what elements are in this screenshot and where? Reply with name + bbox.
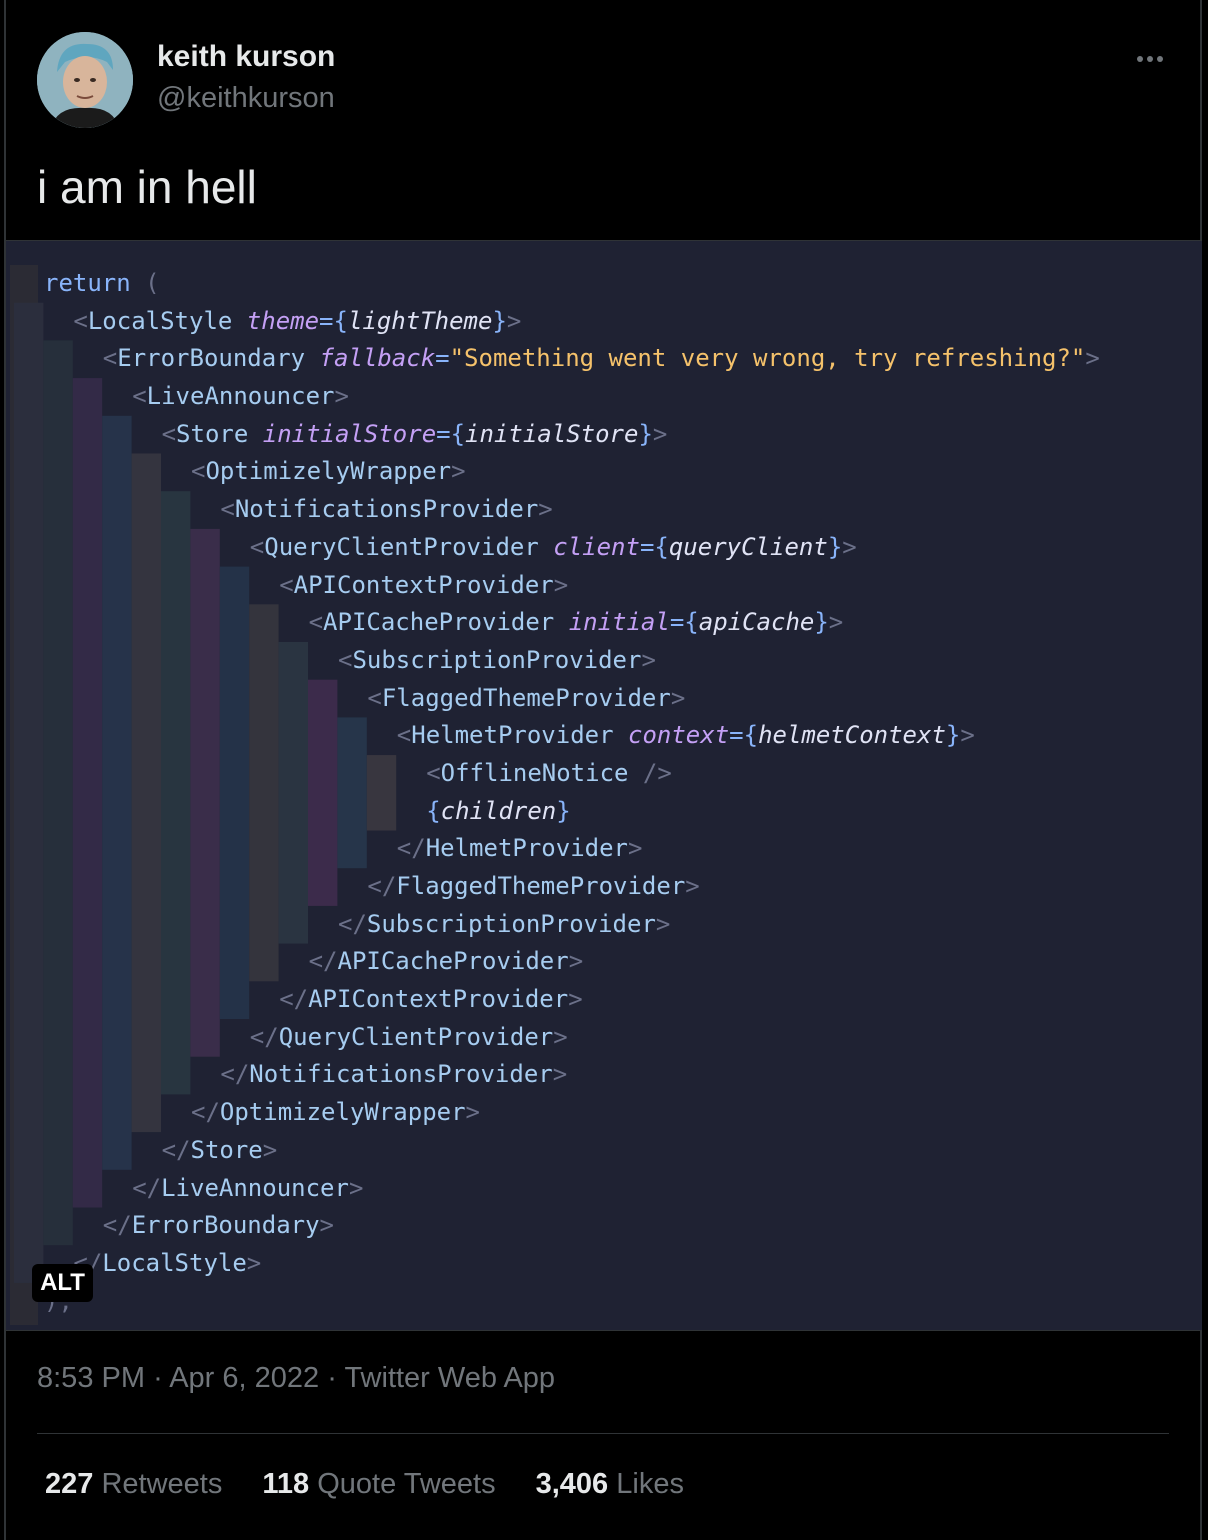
meta-separator: · — [327, 1362, 337, 1394]
code-line: </APIContextProvider> — [279, 985, 583, 1014]
code-line: </Store> — [161, 1135, 278, 1164]
tweet-time[interactable]: 8:53 PM — [37, 1362, 145, 1394]
tweet: keith kurson @keithkurson i am in hell r… — [0, 0, 1208, 1540]
tweet-text: i am in hell — [37, 161, 257, 213]
code-line: <HelmetProvider context={helmetContext}> — [396, 721, 975, 750]
alt-text-badge[interactable]: ALT — [32, 1264, 93, 1302]
retweets-stat[interactable]: 227 Retweets — [45, 1468, 222, 1501]
code-line: </HelmetProvider> — [396, 834, 643, 863]
code-line: <LiveAnnouncer> — [132, 382, 349, 411]
code-line: <SubscriptionProvider> — [338, 645, 656, 674]
code-line: </QueryClientProvider> — [249, 1022, 568, 1051]
code-line: </APICacheProvider> — [308, 947, 584, 976]
avatar-image — [37, 32, 133, 128]
meta-separator: · — [153, 1362, 163, 1394]
code-line: </SubscriptionProvider> — [338, 909, 671, 938]
code-line: {children} — [426, 796, 571, 825]
code-line: return ( — [44, 269, 160, 297]
code-block: return ( <LocalStyle theme={lightTheme}> <… — [6, 265, 1202, 1320]
more-options-icon[interactable] — [1130, 44, 1170, 74]
code-line: </OptimizelyWrapper> — [191, 1098, 480, 1127]
code-line: <ErrorBoundary fallback="Something went … — [102, 344, 1100, 373]
code-line: </LocalStyle> — [73, 1248, 262, 1277]
code-line: <NotificationsProvider> — [220, 495, 553, 524]
tweet-source[interactable]: Twitter Web App — [344, 1362, 555, 1394]
tweet-meta: 8:53 PM · Apr 6, 2022 · Twitter Web App — [37, 1362, 555, 1395]
divider — [37, 1433, 1169, 1434]
code-line: <LocalStyle theme={lightTheme}> — [73, 306, 522, 335]
code-line: <OptimizelyWrapper> — [191, 457, 466, 486]
code-line: </ErrorBoundary> — [102, 1211, 334, 1240]
code-line: <OfflineNotice /> — [426, 758, 672, 787]
author-handle[interactable]: @keithkurson — [157, 82, 335, 115]
likes-stat[interactable]: 3,406 Likes — [536, 1468, 684, 1501]
code-line: <FlaggedThemeProvider> — [367, 683, 686, 712]
code-line: <Store initialStore={initialStore}> — [161, 419, 668, 448]
code-line: </LiveAnnouncer> — [132, 1173, 364, 1202]
code-line: ); — [6, 1283, 1202, 1321]
code-line: </FlaggedThemeProvider> — [367, 872, 700, 900]
author-name[interactable]: keith kurson — [157, 40, 335, 74]
code-line: <QueryClientProvider client={queryClient… — [249, 532, 857, 561]
quote-tweets-stat[interactable]: 118 Quote Tweets — [262, 1468, 495, 1501]
code-line: <APICacheProvider initial={apiCache}> — [308, 608, 844, 637]
tweet-stats: 227 Retweets 118 Quote Tweets 3,406 Like… — [45, 1468, 684, 1501]
code-line: <APIContextProvider> — [279, 570, 569, 599]
tweet-media-code-screenshot[interactable]: return ( <LocalStyle theme={lightTheme}> <… — [6, 240, 1202, 1331]
avatar[interactable] — [37, 32, 133, 128]
code-line: </NotificationsProvider> — [220, 1060, 568, 1089]
tweet-date[interactable]: Apr 6, 2022 — [169, 1362, 319, 1394]
